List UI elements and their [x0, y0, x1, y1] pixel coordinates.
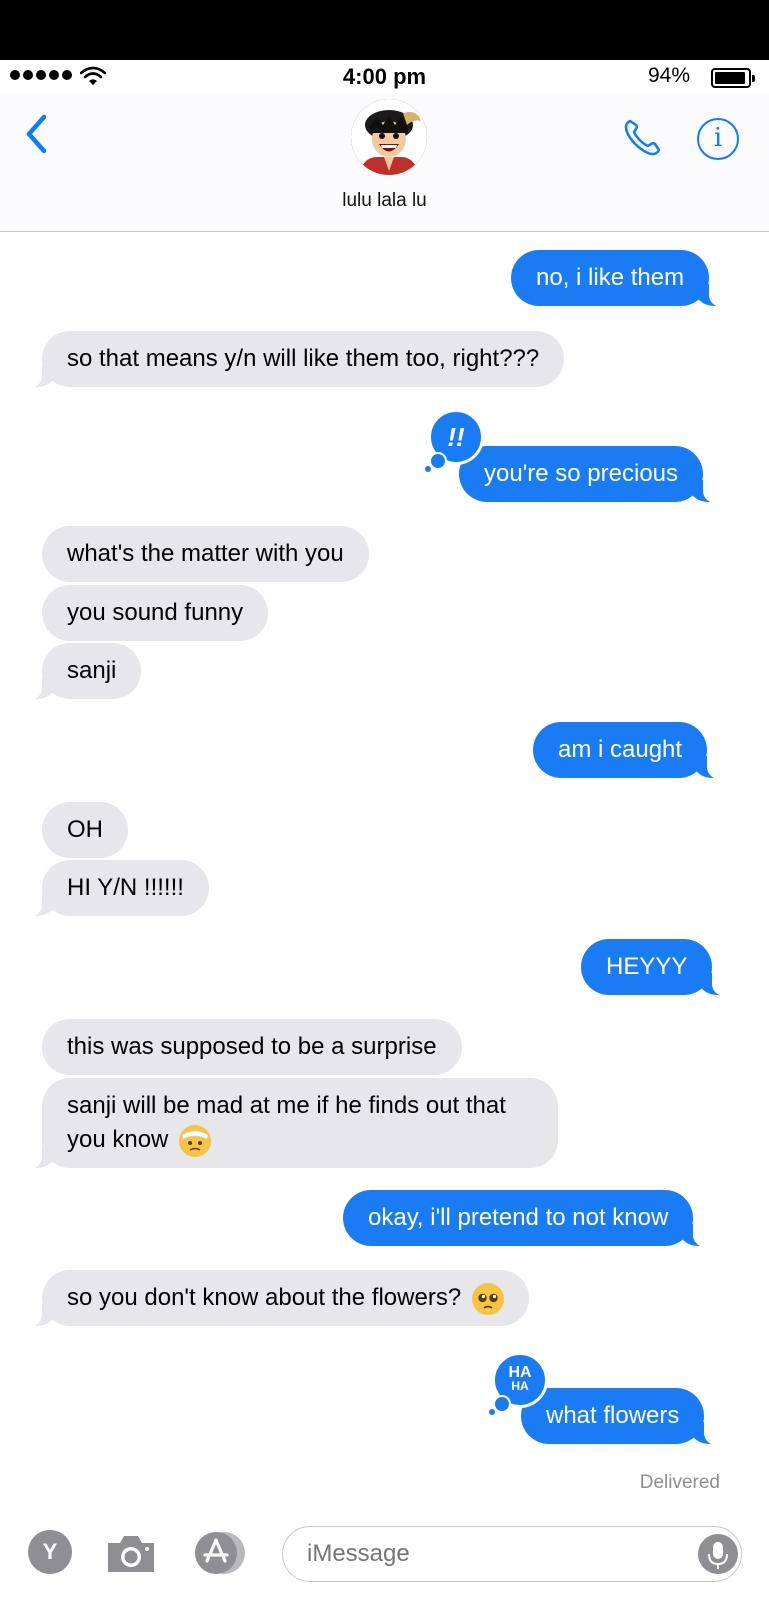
message-bubble-received[interactable]: so that means y/n will like them too, ri…: [19, 331, 565, 388]
message-bubble-received[interactable]: you sound funny: [42, 585, 269, 641]
status-bar: 4:00 pm 94%: [0, 60, 769, 94]
message-bubble-received[interactable]: OH: [42, 802, 128, 858]
microphone-icon[interactable]: [698, 1534, 738, 1574]
message-text: am i caught: [558, 736, 683, 763]
camera-icon[interactable]: [104, 1528, 158, 1578]
message-bubble-sent[interactable]: you're so precious: [459, 446, 726, 503]
tapback-label: !!: [447, 422, 465, 452]
battery-icon: [711, 68, 755, 88]
message-text: this was supposed to be a surprise: [67, 1033, 437, 1060]
message-text: HEYYY: [606, 953, 688, 980]
message-bubble-sent[interactable]: okay, i'll pretend to not know: [343, 1190, 716, 1247]
message-bubble-received[interactable]: sanji: [19, 643, 142, 700]
message-bubble-received[interactable]: sanji will be mad at me if he finds out …: [20, 1078, 558, 1169]
tapback-haha-icon[interactable]: HA HA: [487, 1352, 548, 1417]
message-text: so that means y/n will like them too, ri…: [67, 345, 540, 372]
delivery-status: Delivered: [639, 1472, 720, 1493]
message-text: no, i like them: [536, 264, 685, 291]
message-text: what's the matter with you: [67, 540, 344, 567]
message-input-bar: Y: [0, 1514, 769, 1600]
message-text: OH: [67, 816, 103, 843]
tapback-label-line-1: HA: [508, 1364, 532, 1381]
conversation-header: lulu lala lu i: [0, 94, 769, 232]
pleading-face-icon: [471, 1282, 504, 1315]
message-bubble-sent[interactable]: what flowers: [521, 1388, 727, 1445]
message-text: you're so precious: [484, 460, 679, 487]
message-bubble-received[interactable]: this was supposed to be a surprise: [42, 1019, 462, 1075]
top-black-bar: [0, 0, 769, 60]
back-chevron-icon[interactable]: [22, 112, 52, 156]
message-text: what flowers: [546, 1402, 680, 1429]
message-text: HI Y/N !!!!!!: [67, 874, 184, 901]
contact-avatar[interactable]: [351, 99, 427, 175]
avatar-image: [351, 99, 427, 175]
contact-name[interactable]: lulu lala lu: [0, 190, 769, 212]
message-text: okay, i'll pretend to not know: [368, 1204, 669, 1231]
y-app-icon[interactable]: Y: [28, 1530, 72, 1574]
info-icon[interactable]: i: [697, 118, 739, 160]
face-with-head-bandage-icon: [179, 1124, 212, 1157]
imessage-input[interactable]: [282, 1526, 742, 1582]
message-bubble-received[interactable]: what's the matter with you: [42, 526, 369, 582]
message-bubble-sent[interactable]: HEYYY: [581, 939, 735, 996]
battery-percent: 94%: [648, 64, 691, 87]
tapback-exclamation-icon[interactable]: !!: [423, 409, 484, 474]
message-bubble-sent[interactable]: no, i like them: [511, 250, 732, 307]
message-bubble-received[interactable]: so you don't know about the flowers?: [20, 1270, 529, 1327]
app-store-icon[interactable]: [192, 1528, 246, 1578]
phone-icon[interactable]: [620, 116, 664, 160]
message-text: you sound funny: [67, 599, 244, 626]
message-bubble-sent[interactable]: am i caught: [533, 722, 730, 779]
message-text: sanji will be mad at me if he finds out …: [67, 1092, 506, 1153]
tapback-label-line-2: HA: [511, 1379, 529, 1393]
message-text: sanji: [67, 657, 117, 684]
message-bubble-received[interactable]: HI Y/N !!!!!!: [20, 860, 209, 917]
message-text: so you don't know about the flowers?: [67, 1284, 462, 1311]
